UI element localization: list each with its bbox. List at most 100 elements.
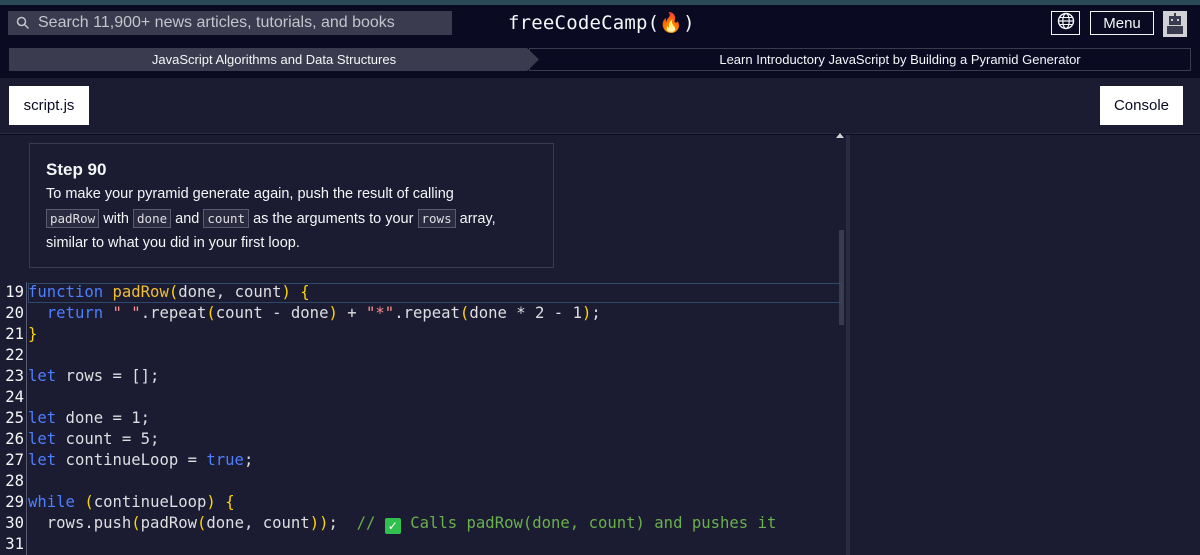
- menu-button[interactable]: Menu: [1090, 11, 1154, 35]
- code-text[interactable]: return " ".repeat(count - done) + "*".re…: [28, 303, 601, 324]
- code-token: ;: [591, 304, 601, 322]
- code-text[interactable]: let count = 5;: [28, 429, 159, 450]
- code-token: let: [28, 451, 57, 469]
- step-text-part: and: [175, 210, 200, 227]
- scroll-up-arrow-icon[interactable]: [836, 133, 844, 138]
- line-number: 27: [5, 451, 24, 469]
- code-line[interactable]: 28: [0, 471, 846, 492]
- top-nav: freeCodeCamp(🔥) Menu: [0, 5, 1200, 41]
- globe-icon: [1057, 12, 1075, 35]
- code-token: (: [84, 493, 94, 511]
- search-input[interactable]: [38, 14, 438, 32]
- language-button[interactable]: [1051, 11, 1080, 35]
- code-line[interactable]: 21}: [0, 324, 846, 345]
- step-text-part: To make your pyramid generate again, pus…: [46, 186, 454, 202]
- code-line[interactable]: 30 rows.push(padRow(done, count)); // ✓ …: [0, 513, 846, 534]
- code-token: .repeat: [394, 304, 460, 322]
- code-text[interactable]: }: [28, 324, 37, 345]
- check-mark-icon: ✓: [384, 518, 401, 534]
- code-lines[interactable]: 19 function padRow(done, count) {20 retur…: [0, 282, 846, 555]
- step-description: Step 90 To make your pyramid generate ag…: [29, 143, 554, 268]
- search-bar[interactable]: [8, 11, 452, 35]
- breadcrumb-block-label: Learn Introductory JavaScript by Buildin…: [719, 52, 1081, 67]
- fcc-logo[interactable]: freeCodeCamp(🔥): [508, 11, 695, 34]
- code-line[interactable]: 20 return " ".repeat(count - done) + "*"…: [0, 303, 846, 324]
- code-token: (: [459, 304, 470, 322]
- code-token: ;: [243, 451, 254, 469]
- console-button[interactable]: Console: [1100, 86, 1183, 125]
- inline-code: count: [203, 208, 250, 228]
- tab-script-js[interactable]: script.js: [9, 86, 89, 125]
- code-text[interactable]: function padRow(done, count) {: [28, 282, 310, 303]
- code-token: let: [28, 409, 57, 427]
- step-text: To make your pyramid generate again, pus…: [46, 182, 537, 256]
- step-title: Step 90: [46, 160, 107, 179]
- code-token: continueLoop: [93, 493, 207, 511]
- code-token: continueLoop =: [56, 451, 207, 469]
- breadcrumb-superblock[interactable]: JavaScript Algorithms and Data Structure…: [9, 48, 539, 71]
- line-number: 22: [5, 346, 24, 364]
- code-line[interactable]: 19 function padRow(done, count) {: [0, 282, 846, 303]
- code-token: while: [28, 493, 75, 511]
- breadcrumb: Learn Introductory JavaScript by Buildin…: [9, 48, 1191, 71]
- line-number: 28: [5, 472, 24, 490]
- inline-code: padRow: [46, 208, 100, 228]
- code-token: function: [28, 283, 104, 301]
- line-number: 21: [5, 325, 24, 343]
- code-token: padRow: [112, 283, 169, 301]
- code-token: }: [28, 325, 38, 343]
- code-token: Calls padRow(done, count) and pushes it: [400, 514, 777, 532]
- code-token: done, count: [206, 514, 310, 532]
- line-number: 31: [5, 535, 24, 553]
- code-token: done = 1;: [56, 409, 151, 427]
- code-line[interactable]: 26 let count = 5;: [0, 429, 846, 450]
- code-text[interactable]: let continueLoop = true;: [28, 450, 253, 471]
- code-token: ): [581, 304, 592, 322]
- code-text[interactable]: let rows = [];: [28, 366, 159, 387]
- code-token: {: [225, 493, 235, 511]
- code-token: done, count: [178, 283, 282, 301]
- code-line[interactable]: 31: [0, 534, 846, 555]
- code-token: rows.push: [28, 514, 132, 532]
- code-token: true: [206, 451, 244, 469]
- inline-code: done: [133, 208, 172, 228]
- code-line[interactable]: 25 let done = 1;: [0, 408, 846, 429]
- code-token: .repeat: [140, 304, 207, 322]
- step-text-part: similar to what you did in your first lo…: [46, 235, 300, 251]
- code-line[interactable]: 22: [0, 345, 846, 366]
- code-text[interactable]: rows.push(padRow(done, count)); // ✓ Cal…: [28, 513, 776, 534]
- code-token: rows = [];: [56, 367, 160, 385]
- code-line[interactable]: 27 let continueLoop = true;: [0, 450, 846, 471]
- code-token: {: [300, 283, 310, 301]
- breadcrumb-superblock-label: JavaScript Algorithms and Data Structure…: [151, 52, 397, 67]
- inline-code: rows: [417, 208, 456, 228]
- code-token: (: [197, 514, 207, 532]
- code-text[interactable]: let done = 1;: [28, 408, 150, 429]
- line-number: 25: [5, 409, 24, 427]
- code-token: (: [131, 514, 141, 532]
- code-token: //: [356, 514, 385, 532]
- code-token: (: [168, 283, 179, 301]
- code-token: ;: [328, 514, 357, 532]
- step-text-part: array,: [459, 210, 496, 227]
- step-text-part: with: [103, 210, 129, 227]
- code-text[interactable]: while (continueLoop) {: [28, 492, 235, 513]
- line-number: 19: [5, 283, 24, 301]
- code-line[interactable]: 29 while (continueLoop) {: [0, 492, 846, 513]
- line-number: 30: [5, 514, 24, 532]
- code-line[interactable]: 23 let rows = [];: [0, 366, 846, 387]
- avatar-icon[interactable]: [1163, 11, 1187, 37]
- code-token: done * 2 - 1: [469, 304, 582, 322]
- line-number: 26: [5, 430, 24, 448]
- code-token: ): [328, 304, 338, 322]
- line-number: 23: [5, 367, 24, 385]
- code-line[interactable]: 24: [0, 387, 846, 408]
- code-token: +: [337, 304, 367, 322]
- code-token: let: [28, 430, 57, 448]
- breadcrumb-block[interactable]: Learn Introductory JavaScript by Buildin…: [529, 48, 1191, 71]
